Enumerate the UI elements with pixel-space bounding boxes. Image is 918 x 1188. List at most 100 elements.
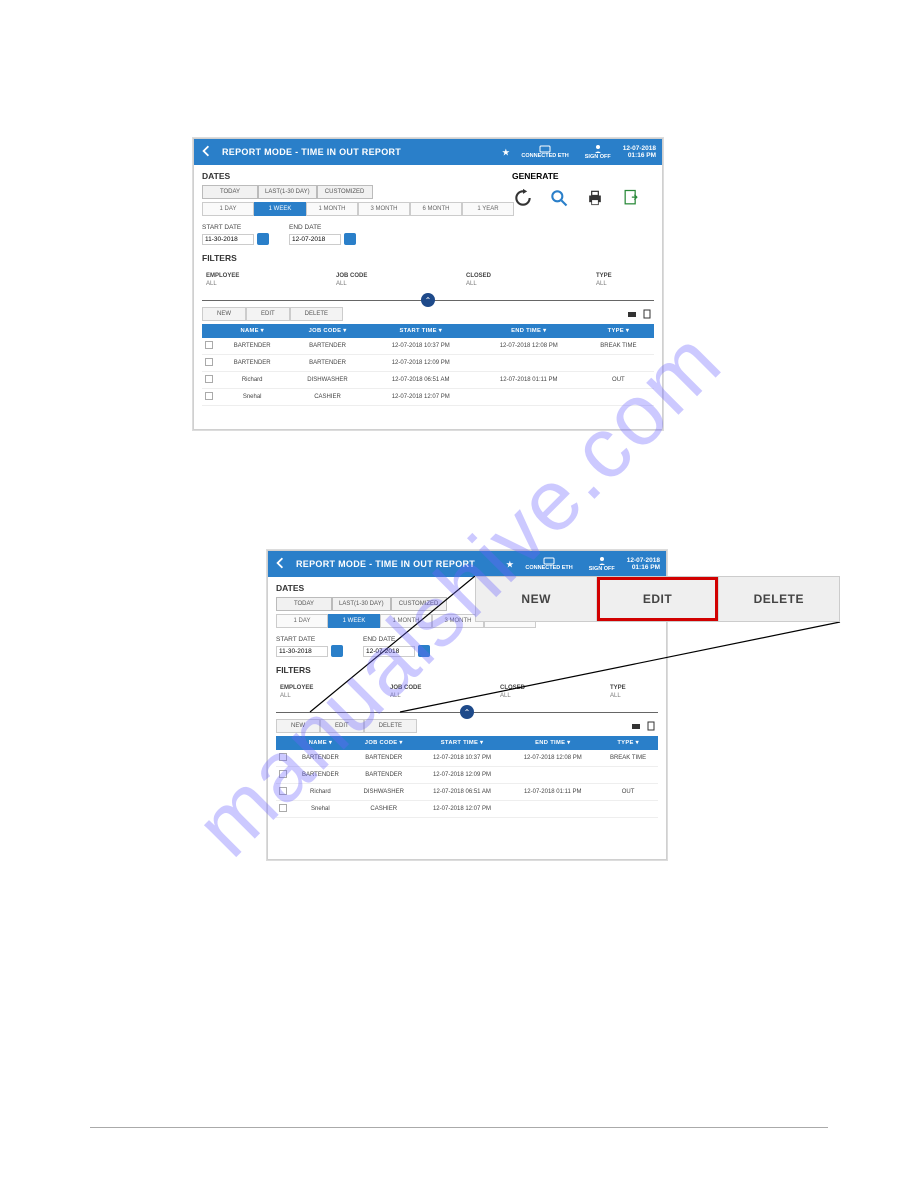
export-icon[interactable] [646,720,658,732]
filter-closed-label: CLOSED [500,685,570,691]
filter-jobcode-value[interactable]: ALL [390,693,460,699]
search-icon[interactable] [548,187,570,209]
callout-edit-button[interactable]: EDIT [597,577,718,621]
table-row[interactable]: RichardDISHWASHER12-07-2018 06:51 AM12-0… [202,372,654,389]
results-table: NAME ▾ JOB CODE ▾ START TIME ▾ END TIME … [202,324,654,406]
tab-last30[interactable]: LAST(1-30 DAY) [258,185,317,199]
filter-employee-value[interactable]: ALL [206,281,276,287]
new-button[interactable]: NEW [276,719,320,733]
seg-1month[interactable]: 1 MONTH [380,614,432,628]
filter-jobcode-value[interactable]: ALL [336,281,406,287]
back-icon[interactable] [274,557,288,571]
start-date-input[interactable] [276,646,328,657]
filter-type-label: TYPE [610,685,680,691]
seg-1week[interactable]: 1 WEEK [254,202,306,216]
screenshot-report-initial: REPORT MODE - TIME IN OUT REPORT ★ CONNE… [193,138,663,430]
export-icon[interactable] [620,187,642,209]
table-row[interactable]: BARTENDERBARTENDER12-07-2018 12:09 PM [202,355,654,372]
collapse-divider: ⌃ [268,705,666,719]
print-icon[interactable] [630,720,642,732]
col-end[interactable]: END TIME ▾ [507,736,598,750]
export-icon[interactable] [642,308,654,320]
seg-1year[interactable]: 1 YEAR [462,202,514,216]
star-icon[interactable]: ★ [506,560,513,569]
seg-1month[interactable]: 1 MONTH [306,202,358,216]
filter-employee-label: EMPLOYEE [280,685,350,691]
tab-last30[interactable]: LAST(1-30 DAY) [332,597,391,611]
delete-button[interactable]: DELETE [290,307,343,321]
table-row[interactable]: RichardDISHWASHER12-07-2018 06:51 AM12-0… [276,784,658,801]
collapse-divider: ⌃ [194,293,662,307]
seg-1day[interactable]: 1 DAY [276,614,328,628]
connection-status: CONNECTED ETH [517,145,572,160]
refresh-icon[interactable] [512,187,534,209]
filter-type-value[interactable]: ALL [596,281,666,287]
tab-customized[interactable]: CUSTOMIZED [391,597,447,611]
seg-1week[interactable]: 1 WEEK [328,614,380,628]
filters-label: FILTERS [276,665,658,675]
chevron-up-icon[interactable]: ⌃ [421,293,435,307]
calendar-icon[interactable] [331,645,343,657]
row-checkbox[interactable] [205,341,213,349]
end-date-label: END DATE [363,636,430,643]
signoff-button[interactable]: SIGN OFF [581,144,615,161]
col-type[interactable]: TYPE ▾ [583,324,654,338]
row-checkbox[interactable] [205,392,213,400]
tab-today[interactable]: TODAY [276,597,332,611]
row-checkbox[interactable] [279,770,287,778]
col-name[interactable]: NAME ▾ [216,324,288,338]
calendar-icon[interactable] [418,645,430,657]
calendar-icon[interactable] [344,233,356,245]
print-icon[interactable] [626,308,638,320]
row-checkbox[interactable] [279,753,287,761]
results-table: NAME ▾ JOB CODE ▾ START TIME ▾ END TIME … [276,736,658,818]
seg-3month[interactable]: 3 MONTH [358,202,410,216]
chevron-up-icon[interactable]: ⌃ [460,705,474,719]
col-jobcode[interactable]: JOB CODE ▾ [288,324,366,338]
filter-type-value[interactable]: ALL [610,693,680,699]
row-checkbox[interactable] [205,375,213,383]
footer-rule [90,1127,828,1128]
delete-button[interactable]: DELETE [364,719,417,733]
row-checkbox[interactable] [279,804,287,812]
row-checkbox[interactable] [279,787,287,795]
start-date-input[interactable] [202,234,254,245]
table-row[interactable]: BARTENDERBARTENDER12-07-2018 10:37 PM12-… [276,750,658,767]
seg-1day[interactable]: 1 DAY [202,202,254,216]
seg-6month[interactable]: 6 MONTH [410,202,462,216]
callout-delete-button[interactable]: DELETE [719,577,839,621]
col-start[interactable]: START TIME ▾ [367,324,475,338]
col-end[interactable]: END TIME ▾ [475,324,583,338]
end-date-label: END DATE [289,224,356,231]
filter-jobcode-label: JOB CODE [390,685,460,691]
filter-employee-label: EMPLOYEE [206,273,276,279]
filter-closed-value[interactable]: ALL [500,693,570,699]
table-row[interactable]: SnehalCASHIER12-07-2018 12:07 PM [202,389,654,406]
print-icon[interactable] [584,187,606,209]
back-icon[interactable] [200,145,214,159]
star-icon[interactable]: ★ [502,148,509,157]
filter-employee-value[interactable]: ALL [280,693,350,699]
col-jobcode[interactable]: JOB CODE ▾ [351,736,417,750]
start-date-label: START DATE [276,636,343,643]
filter-closed-label: CLOSED [466,273,536,279]
tab-customized[interactable]: CUSTOMIZED [317,185,373,199]
tab-today[interactable]: TODAY [202,185,258,199]
table-row[interactable]: SnehalCASHIER12-07-2018 12:07 PM [276,801,658,818]
table-row[interactable]: BARTENDERBARTENDER12-07-2018 12:09 PM [276,767,658,784]
end-date-input[interactable] [289,234,341,245]
new-button[interactable]: NEW [202,307,246,321]
row-checkbox[interactable] [205,358,213,366]
col-type[interactable]: TYPE ▾ [598,736,658,750]
col-name[interactable]: NAME ▾ [290,736,351,750]
table-row[interactable]: BARTENDERBARTENDER12-07-2018 10:37 PM12-… [202,338,654,355]
end-date-input[interactable] [363,646,415,657]
signoff-button[interactable]: SIGN OFF [585,556,619,573]
edit-button[interactable]: EDIT [246,307,290,321]
filter-jobcode-label: JOB CODE [336,273,406,279]
edit-button[interactable]: EDIT [320,719,364,733]
col-start[interactable]: START TIME ▾ [417,736,508,750]
filter-closed-value[interactable]: ALL [466,281,536,287]
calendar-icon[interactable] [257,233,269,245]
callout-new-button[interactable]: NEW [476,577,597,621]
